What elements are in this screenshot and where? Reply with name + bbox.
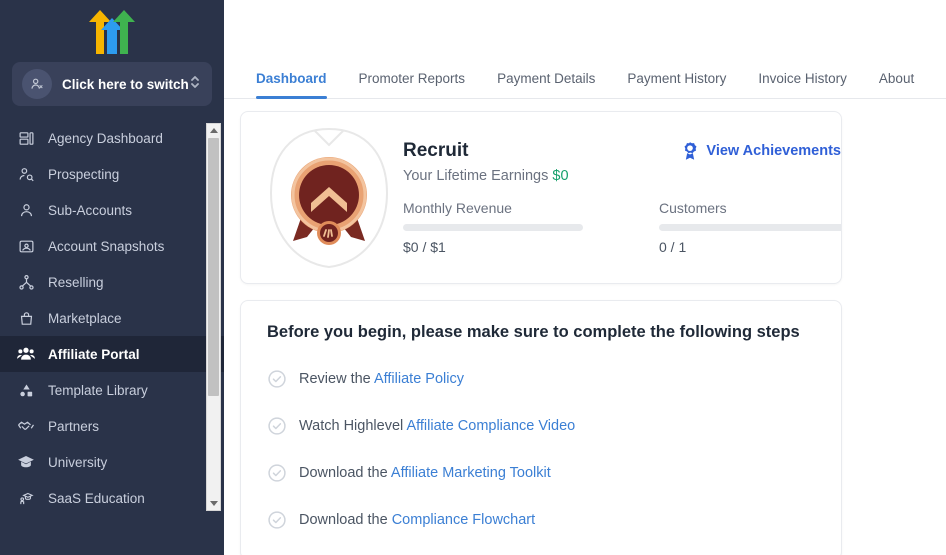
account-avatar-icon	[22, 69, 52, 99]
sidebar-item-label: Affiliate Portal	[48, 346, 140, 362]
stat-monthly-revenue: Monthly Revenue $0 / $1	[403, 200, 659, 255]
sidebar-item-prospecting[interactable]: Prospecting	[0, 156, 224, 192]
tab-dashboard[interactable]: Dashboard	[240, 71, 343, 99]
check-circle-icon	[267, 463, 287, 483]
step-prefix: Download the	[299, 512, 392, 528]
sidebar-item-label: Sub-Accounts	[48, 202, 133, 218]
step-prefix: Review the	[299, 371, 374, 387]
person-graduate-icon	[16, 488, 36, 508]
snapshot-icon	[16, 236, 36, 256]
step-download-marketing-toolkit[interactable]: Download the Affiliate Marketing Toolkit	[267, 463, 815, 483]
view-achievements-link[interactable]: View Achievements	[680, 140, 841, 162]
sidebar-item-label: Account Snapshots	[48, 238, 165, 254]
recruit-rank-badge	[255, 123, 403, 273]
stat-value: 0 / 1	[659, 239, 687, 255]
step-text: Download the Affiliate Marketing Toolkit	[299, 465, 551, 481]
check-circle-icon	[267, 416, 287, 436]
sidebar-item-sub-accounts[interactable]: Sub-Accounts	[0, 192, 224, 228]
person-search-icon	[16, 164, 36, 184]
sidebar: Click here to switch Agency Dashboard Pr…	[0, 0, 224, 555]
step-prefix: Download the	[299, 465, 391, 481]
sidebar-item-affiliate-portal[interactable]: Affiliate Portal	[0, 336, 224, 372]
lifetime-earnings-value: $0	[552, 168, 569, 184]
sidebar-item-label: Prospecting	[48, 166, 120, 182]
step-link[interactable]: Compliance Flowchart	[392, 512, 535, 528]
check-circle-icon	[267, 510, 287, 530]
lifetime-earnings-label: Your Lifetime Earnings	[403, 168, 553, 184]
sidebar-item-label: Agency Dashboard	[48, 130, 163, 146]
step-prefix: Watch Highlevel	[299, 418, 407, 434]
sidebar-item-account-snapshots[interactable]: Account Snapshots	[0, 228, 224, 264]
sidebar-item-label: Partners	[48, 418, 100, 434]
main-content: Dashboard Promoter Reports Payment Detai…	[224, 0, 946, 555]
step-review-affiliate-policy[interactable]: Review the Affiliate Policy	[267, 369, 815, 389]
person-icon	[16, 200, 36, 220]
scroll-down-button[interactable]	[207, 497, 220, 510]
step-link[interactable]: Affiliate Policy	[374, 371, 464, 387]
sidebar-item-label: Marketplace	[48, 310, 122, 326]
step-download-compliance-flowchart[interactable]: Download the Compliance Flowchart	[267, 510, 815, 530]
step-text: Review the Affiliate Policy	[299, 371, 464, 387]
scrollbar-thumb[interactable]	[208, 138, 219, 396]
account-switcher-label: Click here to switch	[62, 76, 189, 92]
steps-title: Before you begin, please make sure to co…	[267, 323, 800, 341]
ribbon-award-icon	[680, 140, 700, 162]
sidebar-scrollbar[interactable]	[206, 123, 221, 511]
chevron-down-icon	[209, 501, 218, 506]
progress-bar-monthly-revenue	[403, 224, 583, 231]
stat-label: Customers	[659, 200, 727, 216]
handshake-icon	[16, 416, 36, 436]
graduation-cap-icon	[16, 452, 36, 472]
tab-about[interactable]: About	[863, 71, 930, 98]
tab-invoice-history[interactable]: Invoice History	[742, 71, 863, 98]
chevron-up-down-icon	[189, 73, 203, 96]
rank-summary-card: Recruit Your Lifetime Earnings $0 Monthl…	[240, 111, 842, 284]
sidebar-item-marketplace[interactable]: Marketplace	[0, 300, 224, 336]
stat-customers: Customers 0 / 1	[659, 200, 841, 255]
tab-payment-history[interactable]: Payment History	[611, 71, 742, 98]
step-link[interactable]: Affiliate Compliance Video	[406, 418, 575, 434]
check-circle-icon	[267, 369, 287, 389]
logo-container[interactable]	[0, 0, 224, 62]
step-watch-compliance-video[interactable]: Watch Highlevel Affiliate Compliance Vid…	[267, 416, 815, 436]
sidebar-item-agency-dashboard[interactable]: Agency Dashboard	[0, 120, 224, 156]
tab-promoter-reports[interactable]: Promoter Reports	[343, 71, 482, 98]
rank-stats: Monthly Revenue $0 / $1 Customers 0 / 1	[403, 200, 841, 255]
dashboard-content: Recruit Your Lifetime Earnings $0 Monthl…	[224, 99, 946, 555]
step-text: Watch Highlevel Affiliate Compliance Vid…	[299, 418, 575, 434]
sidebar-item-reselling[interactable]: Reselling	[0, 264, 224, 300]
app-root: Click here to switch Agency Dashboard Pr…	[0, 0, 946, 555]
scroll-up-button[interactable]	[207, 124, 220, 137]
sidebar-item-template-library[interactable]: Template Library	[0, 372, 224, 408]
bag-icon	[16, 308, 36, 328]
step-text: Download the Compliance Flowchart	[299, 512, 535, 528]
rank-badge-graphic	[269, 127, 389, 268]
dashboard-icon	[16, 128, 36, 148]
tab-bar: Dashboard Promoter Reports Payment Detai…	[224, 44, 946, 99]
shapes-icon	[16, 380, 36, 400]
onboarding-steps-card: Before you begin, please make sure to co…	[240, 300, 842, 555]
sidebar-item-university[interactable]: University	[0, 444, 224, 480]
sidebar-item-partners[interactable]: Partners	[0, 408, 224, 444]
tab-payment-details[interactable]: Payment Details	[481, 71, 611, 98]
chevron-up-icon	[209, 128, 218, 133]
step-link[interactable]: Affiliate Marketing Toolkit	[391, 465, 551, 481]
stat-label: Monthly Revenue	[403, 200, 512, 216]
lifetime-earnings: Your Lifetime Earnings $0	[403, 168, 841, 184]
sidebar-item-label: SaaS Education	[48, 490, 145, 506]
sidebar-item-label: University	[48, 454, 108, 470]
sidebar-item-saas-education[interactable]: SaaS Education	[0, 480, 224, 516]
sidebar-nav: Agency Dashboard Prospecting Sub-Account…	[0, 120, 224, 520]
people-group-icon	[16, 344, 36, 364]
progress-bar-customers	[659, 224, 841, 231]
account-switcher-button[interactable]: Click here to switch	[12, 62, 212, 106]
three-arrows-logo	[89, 10, 135, 54]
view-achievements-label: View Achievements	[706, 143, 841, 159]
stat-value: $0 / $1	[403, 239, 446, 255]
network-icon	[16, 272, 36, 292]
sidebar-item-label: Reselling	[48, 274, 104, 290]
sidebar-item-label: Template Library	[48, 382, 148, 398]
